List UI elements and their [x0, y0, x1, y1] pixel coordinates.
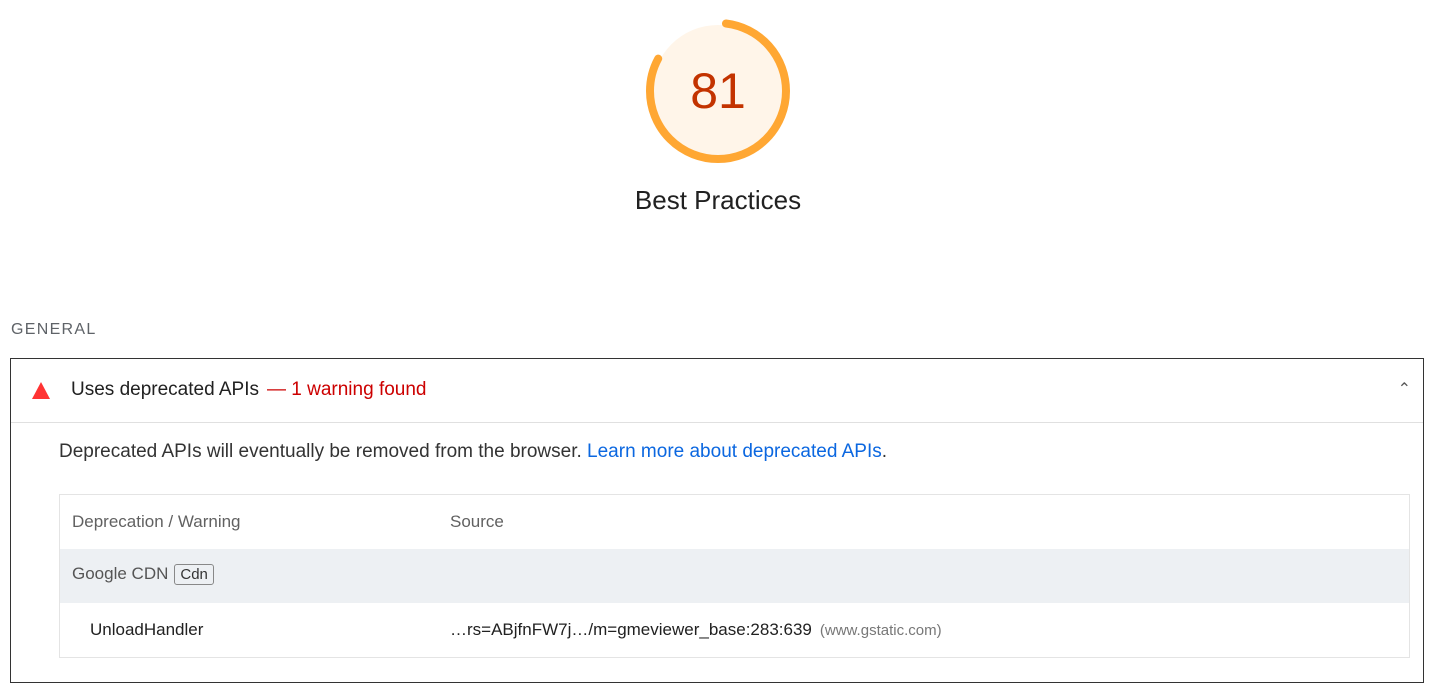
- description-text: Deprecated APIs will eventually be remov…: [59, 441, 582, 462]
- deprecation-table: Deprecation / Warning Source Google CDN C…: [59, 494, 1410, 658]
- column-header-warning: Deprecation / Warning: [72, 512, 241, 531]
- source-host: (www.gstatic.com): [819, 622, 942, 639]
- category-title: Best Practices: [634, 185, 802, 215]
- column-header-source: Source: [450, 512, 504, 531]
- warning-triangle-icon: [32, 382, 50, 399]
- audit-header[interactable]: Uses deprecated APIs — 1 warning found ⌃: [11, 359, 1423, 423]
- source-link[interactable]: …rs=ABjfnFW7j…/m=gmeviewer_base:283:639: [450, 620, 812, 639]
- table-row: UnloadHandler …rs=ABjfnFW7j…/m=gmeviewer…: [60, 603, 1409, 657]
- audit-title: Uses deprecated APIs — 1 warning found: [71, 379, 427, 401]
- table-header: Deprecation / Warning Source: [60, 495, 1409, 549]
- audit-description: Deprecated APIs will eventually be remov…: [59, 441, 887, 463]
- entity-badge: Cdn: [174, 564, 214, 585]
- audit-title-text: Uses deprecated APIs: [71, 379, 259, 400]
- audit-deprecated-apis: Uses deprecated APIs — 1 warning found ⌃ …: [10, 358, 1424, 683]
- learn-more-link[interactable]: Learn more about deprecated APIs: [587, 441, 882, 462]
- warning-cell: UnloadHandler: [90, 620, 204, 639]
- audit-warning-count: — 1 warning found: [267, 379, 427, 400]
- chevron-up-icon[interactable]: ⌃: [1398, 379, 1411, 399]
- score-value: 81: [690, 63, 746, 119]
- group-name: Google CDN: [72, 564, 169, 583]
- group-title: GENERAL: [11, 321, 97, 338]
- table-group-row: Google CDN Cdn: [60, 549, 1409, 603]
- link-suffix: .: [881, 441, 888, 462]
